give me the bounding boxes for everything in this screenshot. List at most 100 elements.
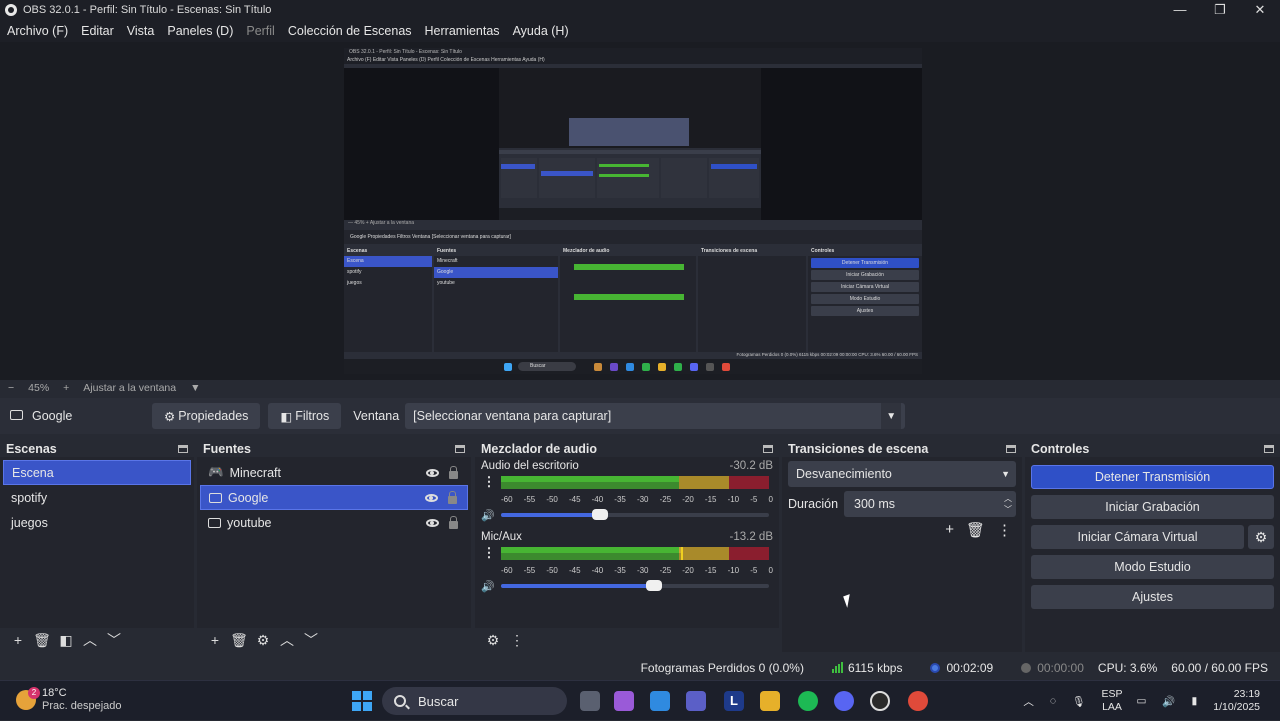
virtual-camera-settings-icon[interactable]: ⚙ xyxy=(1248,525,1274,549)
mixer-menu-icon[interactable]: ⋮ xyxy=(505,632,529,649)
teams-icon[interactable] xyxy=(686,691,706,711)
visibility-eye-icon[interactable] xyxy=(426,468,439,477)
stop-streaming-button[interactable]: Detener Transmisión xyxy=(1031,465,1274,489)
window-title: OBS 32.0.1 - Perfil: Sin Título - Escena… xyxy=(23,4,272,16)
file-explorer-icon[interactable] xyxy=(760,691,780,711)
remove-transition-icon[interactable]: 🗑 xyxy=(966,521,985,539)
menu-herramientas[interactable]: Herramientas xyxy=(425,24,500,38)
move-down-icon[interactable]: ﹀ xyxy=(102,630,126,650)
store-icon[interactable] xyxy=(650,691,670,711)
obs-taskbar-icon[interactable] xyxy=(870,691,890,711)
menu-coleccion-escenas[interactable]: Colección de Escenas xyxy=(288,24,412,38)
start-recording-button[interactable]: Iniciar Grabación xyxy=(1031,495,1274,519)
source-item[interactable]: Google xyxy=(200,485,468,510)
maximize-button[interactable]: ❐ xyxy=(1200,0,1240,20)
volume-knob[interactable] xyxy=(592,509,609,520)
volume-meter xyxy=(501,476,769,490)
studio-mode-button[interactable]: Modo Estudio xyxy=(1031,555,1274,579)
spin-arrows-icon[interactable]: ︿ ﹀ xyxy=(1004,493,1012,515)
source-item[interactable]: youtube xyxy=(200,510,468,535)
properties-button[interactable]: ⚙ Propiedades xyxy=(152,403,261,429)
task-view-icon[interactable] xyxy=(580,691,600,711)
window-label: Ventana xyxy=(353,409,400,423)
chrome-icon[interactable] xyxy=(908,691,928,711)
nested-title: OBS 32.0.1 - Perfil: Sin Título - Escena… xyxy=(344,48,922,56)
undock-icon[interactable] xyxy=(455,444,465,453)
undock-icon[interactable] xyxy=(1264,444,1274,453)
volume-slider[interactable] xyxy=(501,580,769,591)
taskbar-search[interactable]: Buscar xyxy=(382,687,567,715)
add-scene-icon[interactable]: + xyxy=(6,632,30,648)
start-virtual-camera-button[interactable]: Iniciar Cámara Virtual xyxy=(1031,525,1244,549)
network-icon[interactable]: ◌ xyxy=(1050,695,1056,707)
volume-knob[interactable] xyxy=(645,580,662,591)
channel-menu-icon[interactable]: ⋮ xyxy=(481,546,497,565)
copilot-icon[interactable] xyxy=(614,691,634,711)
system-tray: ︿ ◌ 🎙 ESP LAA ▭ 🔊 ▮ 23:19 1/10/2025 xyxy=(1023,681,1280,721)
scene-filters-icon[interactable]: ◧ xyxy=(54,632,78,649)
move-down-icon[interactable]: ﹀ xyxy=(299,630,323,650)
discord-icon[interactable] xyxy=(834,691,854,711)
advanced-audio-icon[interactable]: ⚙ xyxy=(481,632,505,649)
duration-spinbox[interactable]: 300 ms ︿ ﹀ xyxy=(844,491,1016,517)
close-button[interactable]: ✕ xyxy=(1240,0,1280,20)
menu-vista[interactable]: Vista xyxy=(127,24,155,38)
scene-item[interactable]: spotify xyxy=(3,485,191,510)
undock-icon[interactable] xyxy=(763,444,773,453)
source-properties-icon[interactable]: ⚙ xyxy=(251,632,275,649)
transition-select[interactable]: Desvanecimiento ▼ xyxy=(788,461,1016,487)
fit-to-window-label[interactable]: Ajustar a la ventana xyxy=(83,382,176,394)
visibility-eye-icon[interactable] xyxy=(426,518,439,527)
start-button[interactable] xyxy=(352,691,372,711)
remove-source-icon[interactable]: 🗑 xyxy=(227,632,251,649)
remove-scene-icon[interactable]: 🗑 xyxy=(30,632,54,649)
scene-item[interactable]: Escena xyxy=(3,460,191,485)
undock-icon[interactable] xyxy=(178,444,188,453)
menu-editar[interactable]: Editar xyxy=(81,24,114,38)
windows-taskbar: 2 18°C Prac. despejado Buscar L ︿ ◌ 🎙 ES… xyxy=(0,680,1280,720)
lock-icon[interactable] xyxy=(449,465,458,479)
add-transition-icon[interactable]: + xyxy=(945,521,954,539)
move-up-icon[interactable]: ︿ xyxy=(275,630,299,650)
scenes-dock: Escenas Escena spotify juegos + 🗑 ◧ ︿ ﹀ xyxy=(0,440,194,652)
scene-item[interactable]: juegos xyxy=(3,510,191,535)
status-bar: Fotogramas Perdidos 0 (0.0%) 6115 kbps 0… xyxy=(0,656,1280,680)
source-item[interactable]: 🎮 Minecraft xyxy=(200,460,468,485)
channel-menu-icon[interactable]: ⋮ xyxy=(481,475,497,494)
undock-icon[interactable] xyxy=(1006,444,1016,453)
window-select[interactable]: [Seleccionar ventana para capturar] ▼ xyxy=(405,403,906,429)
menu-archivo[interactable]: Archivo (F) xyxy=(7,24,68,38)
clock[interactable]: 23:19 1/10/2025 xyxy=(1213,688,1260,714)
menu-paneles[interactable]: Paneles (D) xyxy=(167,24,233,38)
lock-icon[interactable] xyxy=(448,490,457,504)
speaker-icon[interactable]: 🔊 xyxy=(481,580,495,593)
add-source-icon[interactable]: + xyxy=(203,632,227,648)
transition-menu-icon[interactable]: ⋮ xyxy=(997,521,1012,539)
move-up-icon[interactable]: ︿ xyxy=(78,630,102,650)
minimize-button[interactable]: — xyxy=(1160,0,1200,20)
battery-icon[interactable]: ▮ xyxy=(1192,695,1198,707)
lock-icon[interactable] xyxy=(449,515,458,529)
spotify-icon[interactable] xyxy=(798,691,818,711)
stream-time: 00:02:09 xyxy=(916,661,993,675)
weather-widget[interactable]: 2 18°C Prac. despejado xyxy=(16,687,122,713)
settings-button[interactable]: Ajustes xyxy=(1031,585,1274,609)
mic-icon[interactable]: 🎙 xyxy=(1072,695,1085,708)
volume-slider[interactable] xyxy=(501,509,769,520)
zoom-out-button[interactable]: − xyxy=(8,382,14,394)
visibility-eye-icon[interactable] xyxy=(425,493,438,502)
tray-overflow-icon[interactable]: ︿ xyxy=(1023,694,1034,709)
language-indicator[interactable]: ESP LAA xyxy=(1101,688,1122,714)
zoom-dropdown-icon[interactable]: ▼ xyxy=(190,382,200,394)
channel-name: Audio del escritorio xyxy=(481,460,579,472)
zoom-in-button[interactable]: + xyxy=(63,382,69,394)
menu-ayuda[interactable]: Ayuda (H) xyxy=(513,24,569,38)
speaker-icon[interactable]: 🔊 xyxy=(481,509,495,522)
launcher-icon[interactable]: L xyxy=(724,691,744,711)
nested-scene: juegos xyxy=(347,280,362,286)
filters-button[interactable]: ◧ Filtros xyxy=(268,403,342,429)
display-icon[interactable]: ▭ xyxy=(1137,695,1147,707)
menu-perfil[interactable]: Perfil xyxy=(246,24,274,38)
volume-icon[interactable]: 🔊 xyxy=(1162,695,1175,708)
channel-db: -30.2 dB xyxy=(729,460,773,472)
